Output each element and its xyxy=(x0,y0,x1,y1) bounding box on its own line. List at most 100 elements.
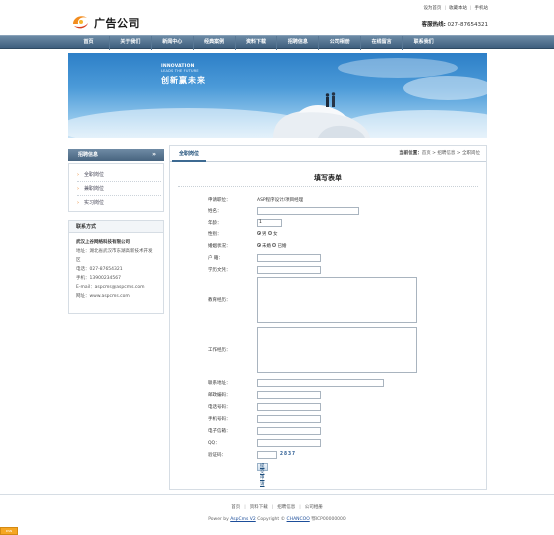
bullet-icon: › xyxy=(77,200,79,206)
set-homepage-link[interactable]: 设为首页 xyxy=(423,6,441,11)
bullet-icon: › xyxy=(77,172,79,178)
contact-phone: 电话：027-87654321 xyxy=(76,267,123,272)
powered-by-link[interactable]: AspCms V2 xyxy=(230,517,256,522)
edu-history-textarea[interactable] xyxy=(257,277,417,323)
divider: | xyxy=(299,505,301,510)
footer-link-home[interactable]: 首页 xyxy=(231,505,240,510)
footer-copyright: Power by AspCms V2 Copyright © CHANCOO 鄂… xyxy=(0,516,554,522)
email-input[interactable] xyxy=(257,427,321,435)
edu-history-label: 教育经历： xyxy=(208,298,231,303)
footer-link-downloads[interactable]: 资料下载 xyxy=(250,505,268,510)
banner-slogan: 创新赢未来 xyxy=(161,76,206,85)
sidebar-menu: › 全职岗位 › 兼职岗位 › 实习岗位 xyxy=(68,163,164,212)
hotline-label: 客服热线: xyxy=(421,22,446,28)
footer-divider xyxy=(0,494,554,495)
icp-number[interactable]: 鄂ICP00000000 xyxy=(311,517,346,522)
breadcrumb-path[interactable]: 首页 > 招聘信息 > 全职岗位 xyxy=(422,151,480,156)
divider xyxy=(178,186,478,187)
postcode-input[interactable] xyxy=(257,391,321,399)
address-input[interactable] xyxy=(257,379,384,387)
captcha-input[interactable] xyxy=(257,451,277,459)
double-arrow-icon: » xyxy=(152,151,156,158)
hukou-input[interactable] xyxy=(257,254,321,262)
name-label: 姓名： xyxy=(208,209,222,214)
mobile-input[interactable] xyxy=(257,415,321,423)
contact-title: 联系方式 xyxy=(69,221,163,233)
mobile-label: 手机号码： xyxy=(208,417,231,422)
position-value: ASP程序设计/项目经理 xyxy=(257,198,304,203)
nav-item-home[interactable]: 首页 xyxy=(68,36,110,50)
main-content: 全职岗位 当前位置：首页 > 招聘信息 > 全职岗位 填写表单 申请职位： AS… xyxy=(169,145,487,490)
gender-male-radio[interactable] xyxy=(257,231,261,235)
logo-text: 广告公司 xyxy=(94,17,140,30)
hukou-label: 户 籍： xyxy=(208,256,223,261)
copyright-link[interactable]: CHANCOO xyxy=(287,517,310,522)
divider: | xyxy=(271,505,274,510)
nav-item-about[interactable]: 关于我们 xyxy=(110,36,152,50)
top-links: 设为首页 | 收藏本站 | 手机站 xyxy=(423,5,488,11)
corner-badge[interactable]: DSN xyxy=(0,527,18,535)
work-history-textarea[interactable] xyxy=(257,327,417,373)
qq-label: QQ： xyxy=(208,441,220,446)
footer-link-album[interactable]: 公司相册 xyxy=(305,505,323,510)
sidebar-item-intern[interactable]: › 实习岗位 xyxy=(77,196,161,210)
gender-female-radio[interactable] xyxy=(267,231,272,235)
age-label: 年龄： xyxy=(208,221,222,226)
footer-link-jobs[interactable]: 招聘信息 xyxy=(277,505,295,510)
phone-label: 电话号码： xyxy=(208,405,231,410)
contact-panel: 联系方式 武汉上谷网络科技有限公司 地址：湖北省武汉市东湖高新技术开发区 电话：… xyxy=(68,220,164,314)
marital-married-radio[interactable] xyxy=(272,243,277,247)
marital-label: 婚姻状况： xyxy=(208,244,231,249)
tab-fulltime[interactable]: 全职岗位 xyxy=(172,148,206,162)
gender-options: 男 女 xyxy=(257,230,277,239)
sidebar-item-fulltime[interactable]: › 全职岗位 xyxy=(77,168,161,182)
nav-item-album[interactable]: 公司相册 xyxy=(319,36,362,50)
submit-button[interactable]: 提交申请 xyxy=(257,463,268,487)
company-name: 武汉上谷网络科技有限公司 xyxy=(76,240,130,245)
company-logo[interactable]: 广告公司 xyxy=(70,12,144,32)
sidebar-title-text: 招聘信息 xyxy=(78,152,99,158)
address-label: 联系地址： xyxy=(208,381,231,386)
sidebar-item-parttime[interactable]: › 兼职岗位 xyxy=(77,182,161,196)
divider: | xyxy=(469,6,472,11)
captcha-label: 验证码： xyxy=(208,453,226,458)
powered-by-text: Power by xyxy=(208,517,229,522)
bookmark-link[interactable]: 收藏本站 xyxy=(449,6,467,11)
nav-item-jobs[interactable]: 招聘信息 xyxy=(277,36,320,50)
age-input[interactable]: 1 xyxy=(257,219,282,227)
nav-item-downloads[interactable]: 资料下载 xyxy=(236,36,278,50)
marital-single-label: 未婚 xyxy=(262,244,271,249)
qq-input[interactable] xyxy=(257,439,321,447)
hotline-number: 027-87654321 xyxy=(447,22,488,28)
nav-item-news[interactable]: 新闻中心 xyxy=(152,36,194,50)
contact-mobile: 手机：13900234567 xyxy=(76,276,121,281)
education-label: 学历文凭： xyxy=(208,268,231,273)
sidebar-item-label: 全职岗位 xyxy=(84,172,105,178)
nav-item-contact[interactable]: 联系我们 xyxy=(403,36,444,50)
marital-single-radio[interactable] xyxy=(257,243,261,247)
education-input[interactable] xyxy=(257,266,321,274)
contact-address: 地址：湖北省武汉市东湖高新技术开发区 xyxy=(76,249,153,263)
marital-options: 未婚 已婚 xyxy=(257,242,286,251)
nav-item-guestbook[interactable]: 在线留言 xyxy=(361,36,404,50)
form-title: 填写表单 xyxy=(314,173,342,182)
name-input[interactable] xyxy=(257,207,359,215)
mobile-site-link[interactable]: 手机站 xyxy=(475,6,489,11)
footer-links: 首页 | 资料下载 | 招聘信息 | 公司相册 xyxy=(0,504,554,510)
content-header: 全职岗位 当前位置：首页 > 招聘信息 > 全职岗位 xyxy=(170,146,486,162)
bullet-icon: › xyxy=(77,186,79,192)
divider: | xyxy=(244,505,246,510)
email-label: 电子信箱： xyxy=(208,429,231,434)
sidebar-item-label: 兼职岗位 xyxy=(84,186,105,192)
hotline: 客服热线: 027-87654321 xyxy=(422,20,488,28)
position-label: 申请职位： xyxy=(208,198,231,203)
sidebar-item-label: 实习岗位 xyxy=(84,200,105,206)
sidebar-title: 招聘信息 » xyxy=(68,149,164,161)
captcha-image[interactable]: 2837 xyxy=(280,451,296,457)
phone-input[interactable] xyxy=(257,403,321,411)
marital-married-label: 已婚 xyxy=(277,244,287,249)
contact-email: E-mail：aspcms@aspcms.com xyxy=(76,285,145,290)
nav-item-cases[interactable]: 经典案例 xyxy=(194,36,236,50)
gender-female-label: 女 xyxy=(272,232,278,237)
gender-male-label: 男 xyxy=(262,232,267,237)
